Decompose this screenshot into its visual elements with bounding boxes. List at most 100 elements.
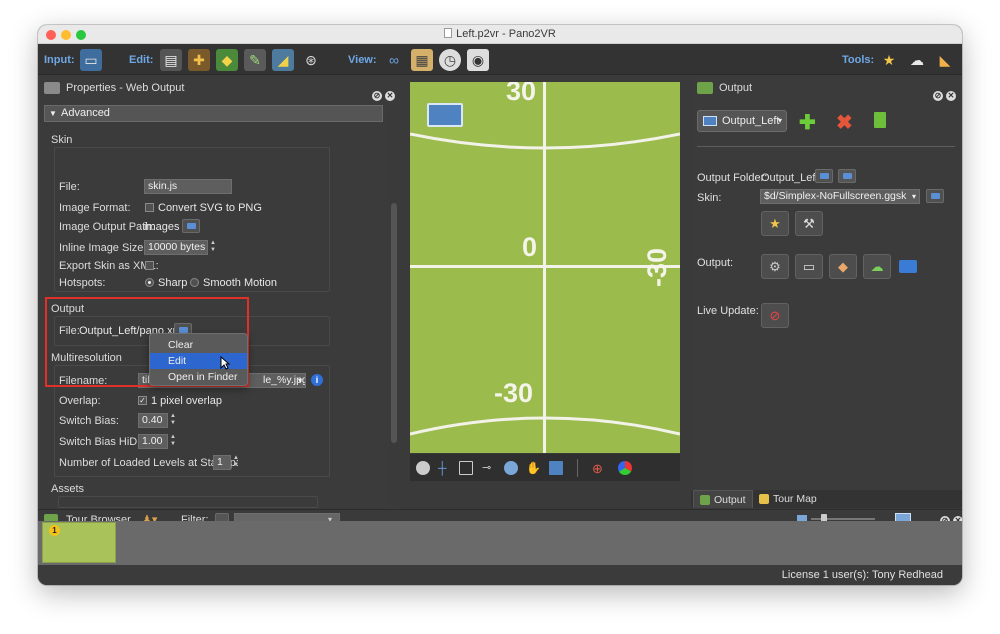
output-select-dropdown[interactable]: Output_Left ▾ bbox=[697, 110, 787, 132]
skin-label: Skin: bbox=[697, 192, 722, 204]
lens-tool-icon[interactable] bbox=[504, 461, 518, 475]
output-preview-icon[interactable]: ▭ bbox=[795, 254, 823, 279]
scrollbar-thumb[interactable] bbox=[391, 203, 397, 443]
output-upload-cloud-icon[interactable]: ☁ bbox=[863, 254, 891, 279]
convert-svg-checkbox[interactable] bbox=[145, 203, 154, 212]
close-output-panel-button[interactable]: ✕ bbox=[946, 91, 956, 101]
inline-image-size-stepper[interactable]: ▲ ▼ bbox=[209, 240, 217, 255]
grid-tool-icon[interactable] bbox=[459, 461, 473, 475]
minimize-window-button[interactable] bbox=[61, 30, 71, 40]
loaded-levels-stepper[interactable]: ▲ ▼ bbox=[232, 455, 240, 470]
switch-bias-hidpi-stepper[interactable]: ▲ ▼ bbox=[169, 434, 177, 449]
image-tool-icon[interactable] bbox=[549, 461, 563, 475]
status-bar: License 1 user(s): Tony Redhead bbox=[38, 565, 962, 585]
output-panel: Output ⊘ ✕ Output_Left ▾ ✚ ✖ Output Folde… bbox=[691, 76, 962, 508]
tools-wand-icon[interactable]: ★ bbox=[878, 49, 900, 71]
panorama-thumbnail[interactable]: 1 bbox=[42, 522, 116, 563]
view-binoculars-icon[interactable]: ∞ bbox=[383, 49, 405, 71]
tools-label: Tools: bbox=[842, 54, 875, 66]
output-document-icon[interactable] bbox=[874, 112, 886, 128]
title-bar: Left.p2vr - Pano2VR bbox=[38, 25, 962, 44]
info-icon[interactable]: i bbox=[311, 374, 323, 386]
detach-panel-button[interactable]: ⊘ bbox=[372, 91, 382, 101]
edit-map-icon[interactable]: ✎ bbox=[244, 49, 266, 71]
skin-path-field[interactable]: $d/Simplex-NoFullscreen.ggsk ▾ bbox=[760, 189, 920, 204]
view-eye-icon[interactable]: ◉ bbox=[467, 49, 489, 71]
add-output-icon[interactable]: ✚ bbox=[799, 110, 816, 135]
output-package-icon[interactable]: ◆ bbox=[829, 254, 857, 279]
properties-panel-title: Properties - Web Output bbox=[66, 82, 185, 94]
export-skin-checkbox[interactable] bbox=[145, 261, 154, 270]
crosshair-tool-icon[interactable]: ┼ bbox=[438, 461, 452, 475]
panorama-viewer[interactable]: 30 0 -30 -30 bbox=[410, 82, 680, 453]
switch-bias-label: Switch Bias: bbox=[59, 415, 119, 427]
edit-hotspots-icon[interactable]: ✚ bbox=[188, 49, 210, 71]
thumbnail-badge: 1 bbox=[49, 525, 60, 536]
skin-file-label: File: bbox=[59, 181, 80, 193]
mouse-cursor-icon bbox=[220, 356, 230, 370]
browse-folder-button[interactable] bbox=[182, 219, 200, 233]
hotspots-sharp-radio[interactable] bbox=[145, 278, 154, 287]
image-output-path-label: Image Output Path: bbox=[59, 221, 155, 233]
collapse-triangle-icon: ▼ bbox=[49, 109, 57, 118]
switch-bias-stepper[interactable]: ▲ ▼ bbox=[169, 413, 177, 428]
viewer-number-center: 0 bbox=[522, 232, 538, 262]
input-label: Input: bbox=[44, 54, 75, 66]
overlap-value: 1 pixel overlap bbox=[151, 395, 222, 407]
view-clipboard-icon[interactable]: ▦ bbox=[411, 49, 433, 71]
tools-eraser-icon[interactable]: ◣ bbox=[934, 49, 956, 71]
tools-cloud-icon[interactable]: ☁ bbox=[906, 49, 928, 71]
close-window-button[interactable] bbox=[46, 30, 56, 40]
context-menu: Clear Edit Open in Finder bbox=[149, 333, 248, 386]
output-settings-gear-icon[interactable]: ⚙ bbox=[761, 254, 789, 279]
loaded-levels-field[interactable]: 1 bbox=[213, 455, 231, 470]
assets-section-title: Assets bbox=[51, 483, 85, 495]
context-menu-open-in-finder[interactable]: Open in Finder bbox=[150, 369, 247, 385]
edit-media-icon[interactable]: ◢ bbox=[272, 49, 294, 71]
trash-icon[interactable] bbox=[838, 169, 856, 183]
license-text: License 1 user(s): Tony Redhead bbox=[781, 569, 943, 581]
key-tool-icon[interactable]: ⊸ bbox=[482, 461, 496, 475]
skin-browse-button[interactable] bbox=[926, 189, 944, 203]
viewer-number-top: 30 bbox=[506, 82, 537, 106]
panorama-thumbnail-icon[interactable] bbox=[427, 103, 463, 127]
properties-scrollbar[interactable] bbox=[389, 105, 399, 505]
switch-bias-hidpi-field[interactable]: 1.00 bbox=[138, 434, 168, 449]
live-update-disabled-icon[interactable]: ⊘ bbox=[761, 303, 789, 328]
remove-output-icon[interactable]: ✖ bbox=[836, 110, 853, 135]
skin-path-dropdown-icon[interactable]: ▾ bbox=[912, 190, 916, 203]
hotspots-label: Hotspots: bbox=[59, 277, 106, 289]
color-tool-icon[interactable] bbox=[618, 461, 632, 475]
output-sync-icon[interactable] bbox=[899, 260, 917, 273]
close-panel-button[interactable]: ✕ bbox=[385, 91, 395, 101]
properties-panel-header: Properties - Web Output ⊘ ✕ bbox=[38, 76, 401, 101]
detach-output-panel-button[interactable]: ⊘ bbox=[933, 91, 943, 101]
hotspots-smooth-radio[interactable] bbox=[190, 278, 199, 287]
context-menu-edit[interactable]: Edit bbox=[150, 353, 247, 369]
inline-image-size-field[interactable]: 10000 bytes bbox=[144, 240, 208, 255]
convert-svg-label: Convert SVG to PNG bbox=[158, 202, 262, 214]
edit-patches-icon[interactable]: ▤ bbox=[160, 49, 182, 71]
edit-layers-icon[interactable]: ◆ bbox=[216, 49, 238, 71]
web-output-icon bbox=[44, 82, 60, 94]
advanced-section-toggle[interactable]: ▼ Advanced bbox=[44, 105, 383, 122]
filename-dropdown-icon[interactable]: ▾ bbox=[298, 374, 302, 387]
context-menu-clear[interactable]: Clear bbox=[150, 337, 247, 353]
switch-bias-field[interactable]: 0.40 bbox=[138, 413, 168, 428]
output-label: Output: bbox=[697, 257, 734, 269]
hand-tool-icon[interactable]: ✋ bbox=[526, 461, 541, 475]
skin-editor-icon[interactable]: ★ bbox=[761, 211, 789, 236]
edit-film-icon[interactable]: ⊛ bbox=[300, 49, 322, 71]
tab-output[interactable]: Output bbox=[693, 490, 753, 508]
target-tool-icon[interactable]: ⊕ bbox=[592, 461, 606, 476]
output-folder-browse-button[interactable] bbox=[815, 169, 833, 183]
zoom-window-button[interactable] bbox=[76, 30, 86, 40]
tab-tour-map[interactable]: Tour Map bbox=[753, 490, 823, 508]
overlap-checkbox[interactable]: ✓ bbox=[138, 396, 147, 405]
input-panorama-icon[interactable]: ▭ bbox=[80, 49, 102, 71]
compass-tool-icon[interactable] bbox=[416, 461, 430, 475]
view-compass-icon[interactable]: ◷ bbox=[439, 49, 461, 71]
skin-file-field[interactable]: skin.js bbox=[144, 179, 232, 194]
skin-tools-icon[interactable]: ⚒ bbox=[795, 211, 823, 236]
field-curves bbox=[410, 132, 680, 436]
